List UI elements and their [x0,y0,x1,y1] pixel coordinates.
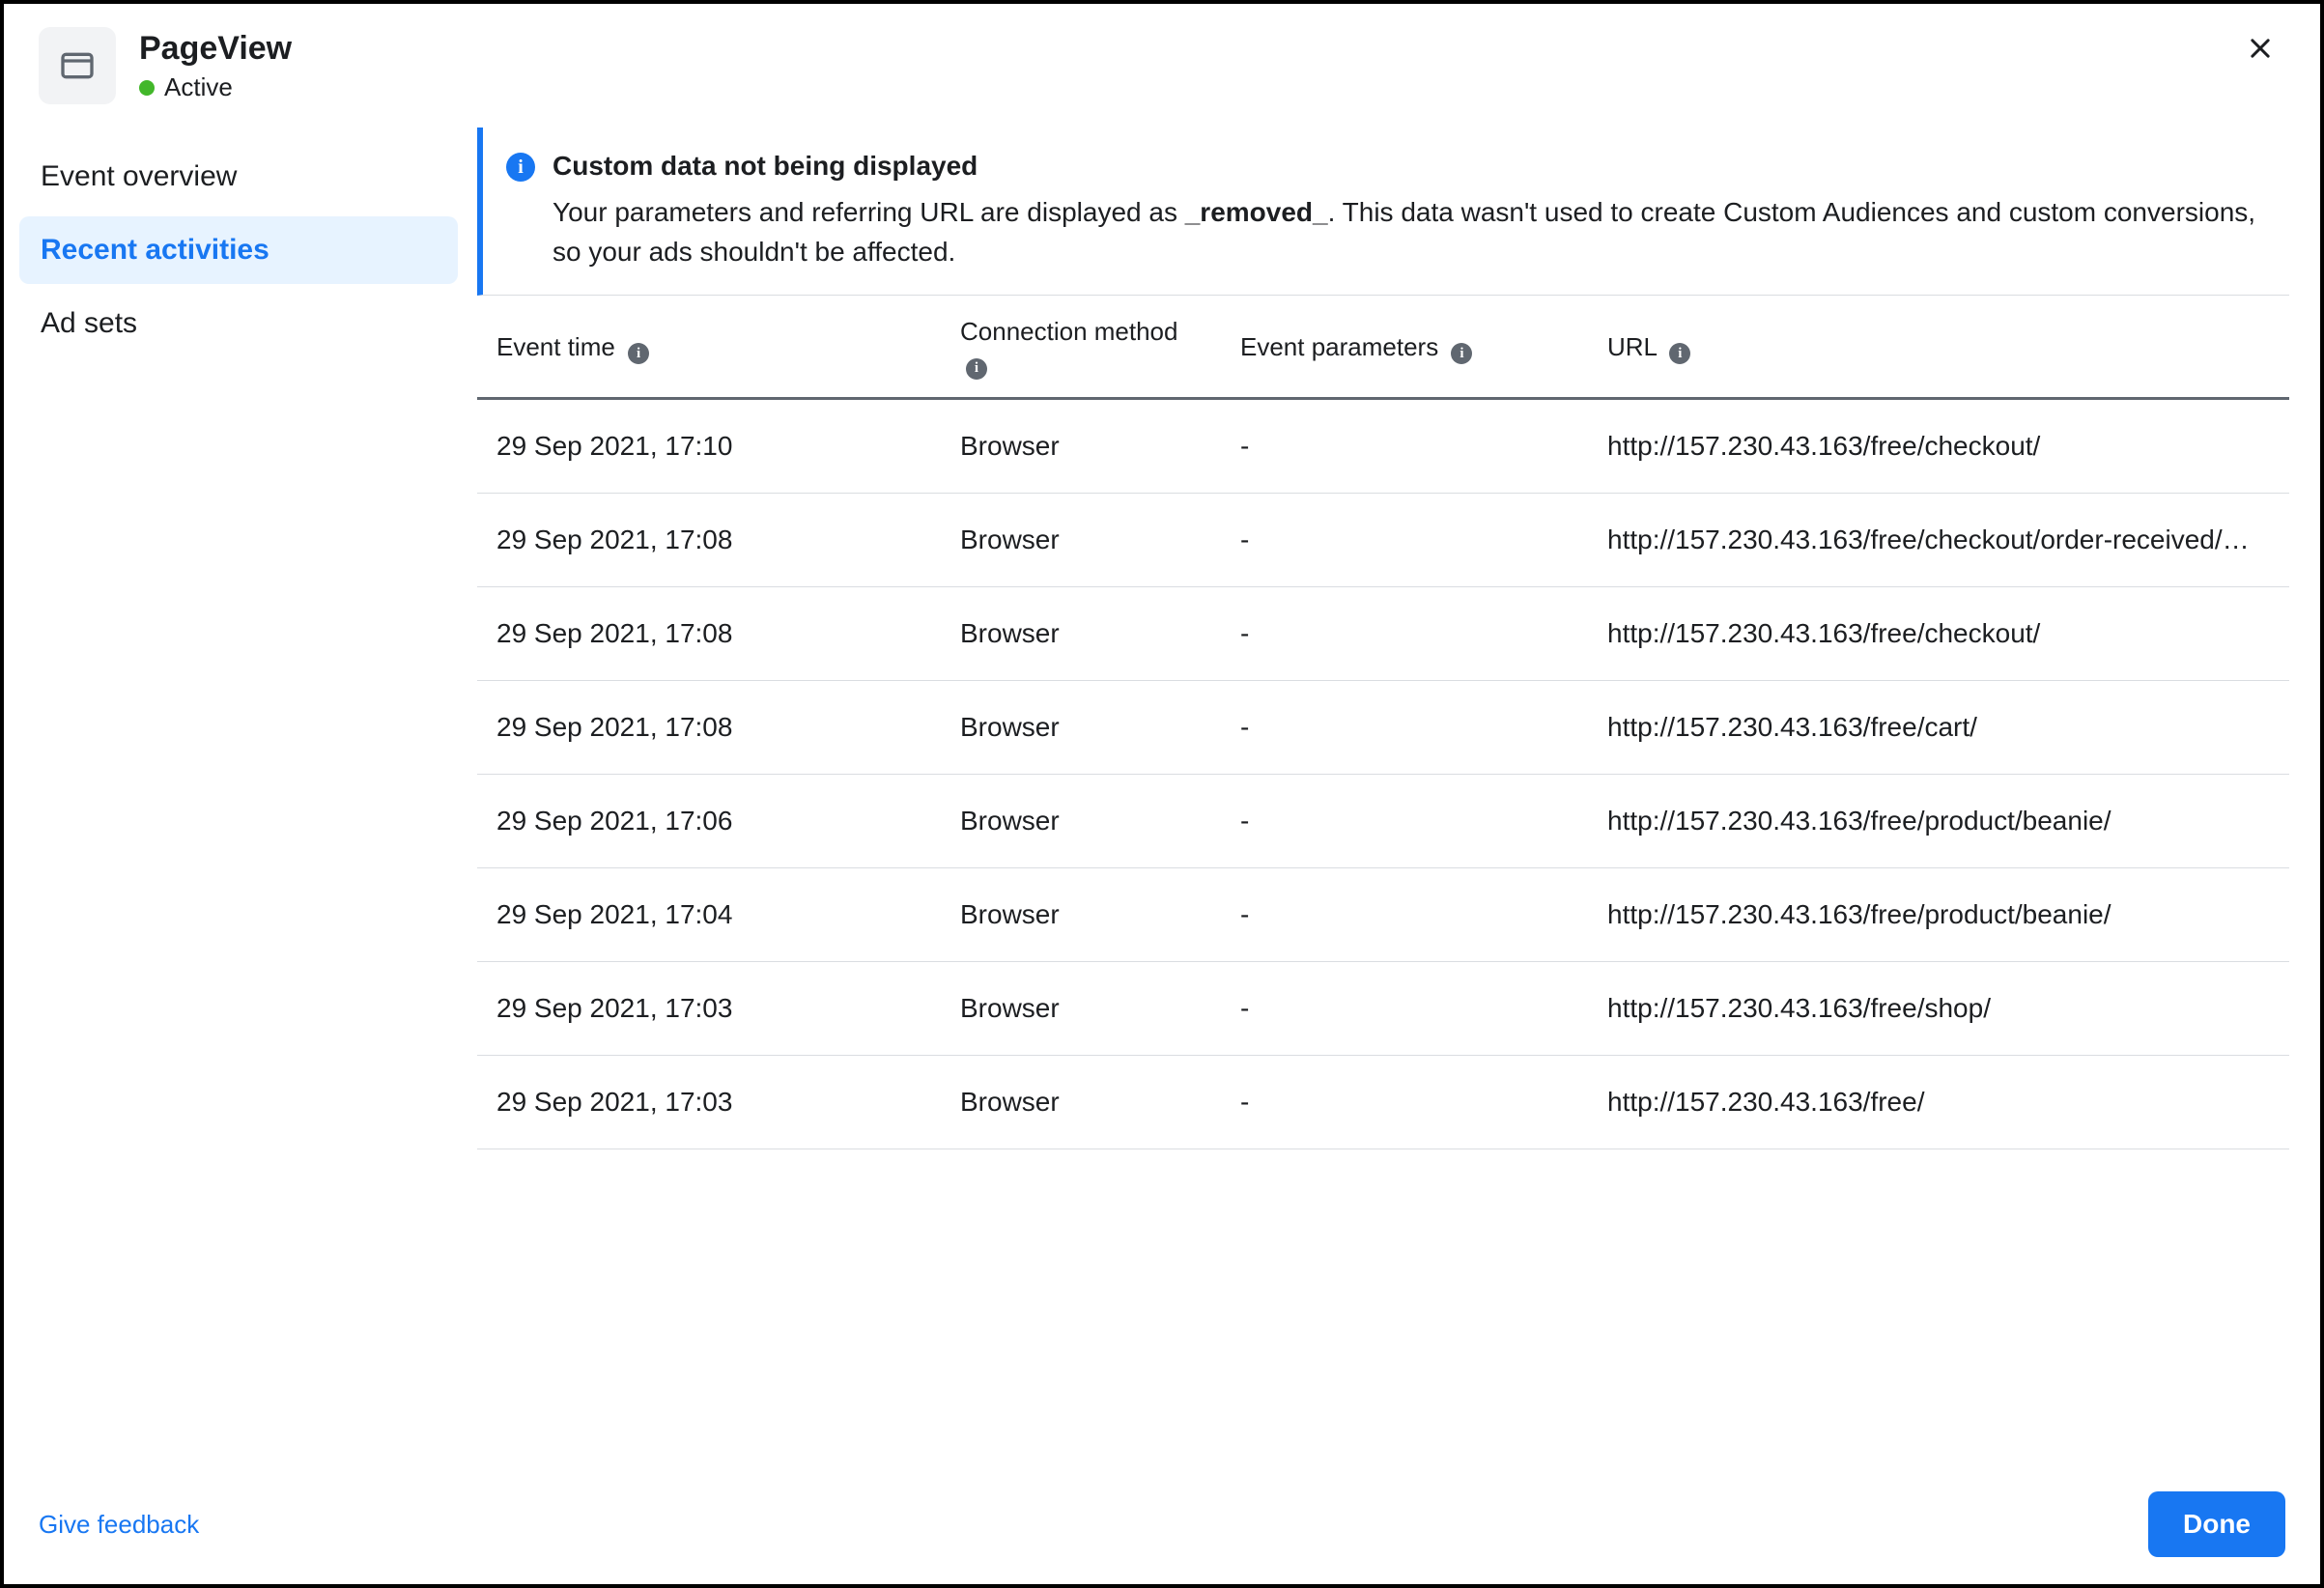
cell-url: http://157.230.43.163/free/checkout/ [1588,398,2289,493]
col-url: URL i [1588,296,2289,398]
table-header-row: Event time i Connection method i Event p… [477,296,2289,398]
cell-event-time: 29 Sep 2021, 17:03 [477,1055,941,1148]
page-title: PageView [139,31,2216,67]
table-row: 29 Sep 2021, 17:08Browser-http://157.230… [477,586,2289,680]
cell-connection-method: Browser [941,774,1221,867]
modal-header: PageView Active [4,4,2320,128]
cell-event-parameters: - [1221,774,1588,867]
cell-event-time: 29 Sep 2021, 17:06 [477,774,941,867]
table-row: 29 Sep 2021, 17:04Browser-http://157.230… [477,867,2289,961]
alert-title: Custom data not being displayed [553,151,2262,182]
cell-event-parameters: - [1221,398,1588,493]
tab-event-overview[interactable]: Event overview [19,143,458,211]
close-button[interactable] [2239,27,2281,75]
info-icon[interactable]: i [1669,343,1690,364]
tab-ad-sets[interactable]: Ad sets [19,290,458,357]
cell-url: http://157.230.43.163/free/ [1588,1055,2289,1148]
table-row: 29 Sep 2021, 17:10Browser-http://157.230… [477,398,2289,493]
cell-connection-method: Browser [941,586,1221,680]
cell-event-parameters: - [1221,493,1588,586]
cell-url: http://157.230.43.163/free/checkout/ [1588,586,2289,680]
info-icon: i [506,153,535,182]
info-icon[interactable]: i [628,343,649,364]
cell-event-time: 29 Sep 2021, 17:08 [477,493,941,586]
col-connection-method: Connection method i [941,296,1221,398]
cell-event-time: 29 Sep 2021, 17:04 [477,867,941,961]
status-row: Active [139,72,2216,102]
header-title-block: PageView Active [139,27,2216,102]
cell-connection-method: Browser [941,680,1221,774]
status-label: Active [164,72,233,102]
browser-window-icon [58,46,97,85]
tab-recent-activities[interactable]: Recent activities [19,216,458,284]
table-row: 29 Sep 2021, 17:08Browser-http://157.230… [477,493,2289,586]
col-event-parameters-label: Event parameters [1240,332,1438,361]
alert-body: Your parameters and referring URL are di… [553,193,2262,271]
sidebar: Event overview Recent activities Ad sets [4,128,477,1472]
activities-table: Event time i Connection method i Event p… [477,296,2289,1149]
cell-event-parameters: - [1221,867,1588,961]
cell-url: http://157.230.43.163/free/cart/ [1588,680,2289,774]
status-dot-icon [139,80,155,96]
main-content: i Custom data not being displayed Your p… [477,128,2320,1472]
col-event-time: Event time i [477,296,941,398]
col-event-parameters: Event parameters i [1221,296,1588,398]
event-icon-box [39,27,116,104]
cell-url: http://157.230.43.163/free/product/beani… [1588,867,2289,961]
give-feedback-link[interactable]: Give feedback [39,1510,199,1540]
table-row: 29 Sep 2021, 17:03Browser-http://157.230… [477,961,2289,1055]
cell-connection-method: Browser [941,961,1221,1055]
cell-event-time: 29 Sep 2021, 17:10 [477,398,941,493]
alert-body-removed: _removed_ [1185,197,1328,227]
cell-event-parameters: - [1221,586,1588,680]
info-alert: i Custom data not being displayed Your p… [477,128,2289,296]
cell-url: http://157.230.43.163/free/checkout/orde… [1588,493,2289,586]
cell-url: http://157.230.43.163/free/shop/ [1588,961,2289,1055]
table-row: 29 Sep 2021, 17:03Browser-http://157.230… [477,1055,2289,1148]
table-row: 29 Sep 2021, 17:08Browser-http://157.230… [477,680,2289,774]
alert-body-prefix: Your parameters and referring URL are di… [553,197,1185,227]
cell-event-time: 29 Sep 2021, 17:03 [477,961,941,1055]
cell-event-time: 29 Sep 2021, 17:08 [477,586,941,680]
cell-connection-method: Browser [941,398,1221,493]
alert-text: Custom data not being displayed Your par… [553,151,2262,271]
col-connection-method-label: Connection method [960,317,1177,346]
cell-url: http://157.230.43.163/free/product/beani… [1588,774,2289,867]
col-event-time-label: Event time [496,332,615,361]
cell-event-parameters: - [1221,680,1588,774]
cell-event-parameters: - [1221,961,1588,1055]
cell-connection-method: Browser [941,493,1221,586]
cell-event-time: 29 Sep 2021, 17:08 [477,680,941,774]
cell-event-parameters: - [1221,1055,1588,1148]
cell-connection-method: Browser [941,1055,1221,1148]
info-icon[interactable]: i [966,358,987,380]
info-icon[interactable]: i [1451,343,1472,364]
cell-connection-method: Browser [941,867,1221,961]
col-url-label: URL [1607,332,1657,361]
done-button[interactable]: Done [2148,1491,2285,1557]
close-icon [2247,35,2274,62]
modal-footer: Give feedback Done [4,1472,2320,1584]
table-row: 29 Sep 2021, 17:06Browser-http://157.230… [477,774,2289,867]
